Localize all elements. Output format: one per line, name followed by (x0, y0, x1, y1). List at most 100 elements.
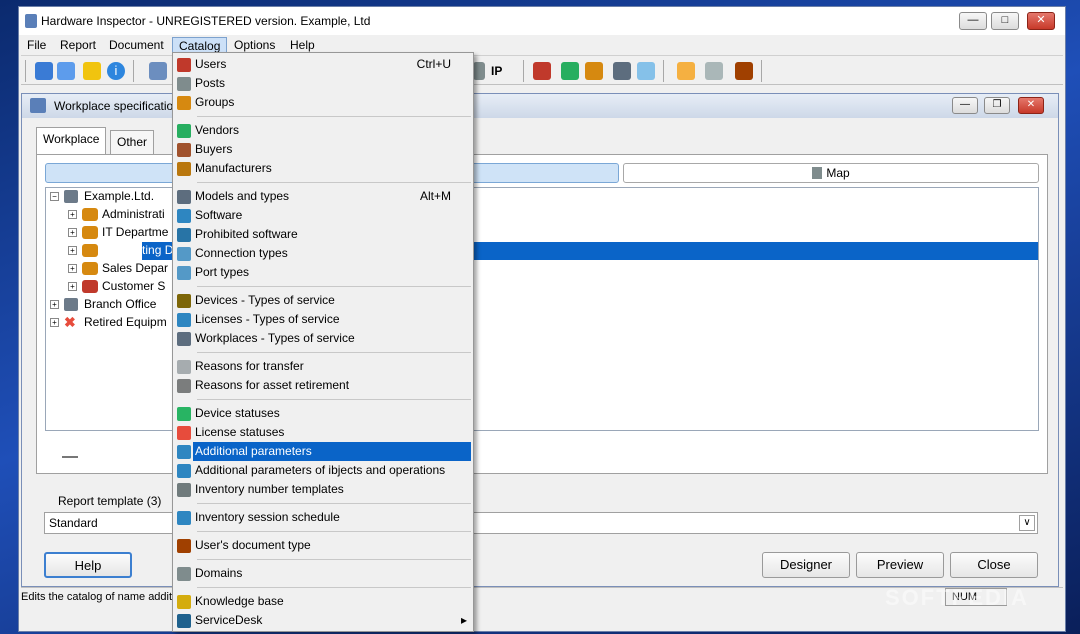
menu-item-label: ServiceDesk (195, 613, 263, 627)
software-icon[interactable] (637, 62, 655, 80)
tree-node-dept[interactable]: IT Departme (102, 224, 168, 241)
user-icon[interactable] (533, 62, 551, 80)
menu-item-inventory-session-schedule[interactable]: Inventory session schedule (173, 508, 473, 527)
menu-separator (197, 182, 471, 183)
port-icon[interactable] (473, 62, 485, 80)
menu-item-additional-parameters[interactable]: Additional parameters (177, 442, 471, 461)
tree-node-dept-selected[interactable]: Accounting D (102, 242, 173, 259)
tree-node-dept[interactable]: Sales Depar (102, 260, 168, 277)
vendor-icon[interactable] (561, 62, 579, 80)
expand-toggle[interactable]: + (50, 318, 59, 327)
menu-item-label: Groups (195, 95, 235, 109)
menu-item-models-and-types[interactable]: Models and types Alt+M (173, 187, 473, 206)
map-view-button[interactable]: Map (623, 163, 1039, 183)
report-template-value: Standard (49, 516, 98, 530)
menu-item-label: Reasons for transfer (195, 359, 304, 373)
menu-item-groups[interactable]: Groups (173, 93, 473, 112)
menu-file[interactable]: File (21, 37, 52, 53)
menu-document[interactable]: Document (103, 37, 170, 53)
branch-icon (64, 298, 78, 311)
maximize-button[interactable]: □ (991, 12, 1019, 30)
child-restore-button[interactable]: ❐ (984, 97, 1010, 114)
expand-toggle[interactable]: + (68, 210, 77, 219)
menu-item-licenses-types-of-service[interactable]: Licenses - Types of service (173, 310, 473, 329)
menu-item-users[interactable]: Users Ctrl+U (173, 55, 473, 74)
factory-icon[interactable] (585, 62, 603, 80)
expand-toggle[interactable]: + (68, 282, 77, 291)
tools-icon[interactable] (735, 62, 753, 80)
ip-icon[interactable]: IP (491, 64, 502, 78)
collapse-toggle[interactable]: − (50, 192, 59, 201)
menu-item-manufacturers[interactable]: Manufacturers (173, 159, 473, 178)
network-icon[interactable] (149, 62, 167, 80)
tree-node-dept[interactable]: Customer S (102, 278, 165, 295)
menu-item-device-statuses[interactable]: Device statuses (173, 404, 473, 423)
minimize-button[interactable]: — (959, 12, 987, 30)
menu-item-label: Connection types (195, 246, 288, 260)
menu-separator (197, 531, 471, 532)
menu-item-workplaces-types-of-service[interactable]: Workplaces - Types of service (173, 329, 473, 348)
menu-item-label: Device statuses (195, 406, 280, 420)
app-icon (25, 14, 37, 28)
child-close-button[interactable]: ✕ (1018, 97, 1044, 114)
menu-item-label: Manufacturers (195, 161, 272, 175)
license-status-icon (177, 426, 191, 440)
menu-item-license-statuses[interactable]: License statuses (173, 423, 473, 442)
info-icon[interactable]: i (107, 62, 125, 80)
vendor-icon (177, 124, 191, 138)
menu-item-user-s-document-type[interactable]: User's document type (173, 536, 473, 555)
toolbar-separator (133, 60, 134, 82)
menu-item-devices-types-of-service[interactable]: Devices - Types of service (173, 291, 473, 310)
menu-item-posts[interactable]: Posts (173, 74, 473, 93)
toolbar-separator (761, 60, 762, 82)
models-icon (177, 190, 191, 204)
expand-toggle[interactable]: + (68, 264, 77, 273)
menu-item-reasons-for-transfer[interactable]: Reasons for transfer (173, 357, 473, 376)
settings-icon[interactable] (35, 62, 53, 80)
group-icon (82, 226, 98, 239)
menu-item-inventory-number-templates[interactable]: Inventory number templates (173, 480, 473, 499)
print-icon[interactable] (705, 62, 723, 80)
help-icon[interactable] (83, 62, 101, 80)
menu-item-reasons-for-asset-retirement[interactable]: Reasons for asset retirement (173, 376, 473, 395)
tree-node-root[interactable]: Branch Office (84, 296, 156, 313)
close-button[interactable]: Close (950, 552, 1038, 578)
chevron-down-icon[interactable]: ∨ (1019, 515, 1035, 531)
document-icon[interactable] (57, 62, 75, 80)
tree-node-dept[interactable]: Administrati (102, 206, 165, 223)
menu-item-label: Port types (195, 265, 250, 279)
menu-item-vendors[interactable]: Vendors (173, 121, 473, 140)
close-window-button[interactable]: ✕ (1027, 12, 1055, 30)
menu-item-buyers[interactable]: Buyers (173, 140, 473, 159)
tree-node-root[interactable]: Example.Ltd. (84, 188, 154, 205)
menu-item-shortcut: Alt+M (419, 189, 451, 203)
menu-item-domains[interactable]: Domains (173, 564, 473, 583)
tree-node-root[interactable]: Retired Equipm (84, 314, 167, 331)
menu-item-servicedesk[interactable]: ServiceDesk ▸ (173, 611, 473, 630)
menu-report[interactable]: Report (54, 37, 102, 53)
menu-item-connection-types[interactable]: Connection types (173, 244, 473, 263)
expand-toggle[interactable]: + (68, 228, 77, 237)
menu-help[interactable]: Help (284, 37, 321, 53)
expand-toggle[interactable]: + (68, 246, 77, 255)
child-minimize-button[interactable]: — (952, 97, 978, 114)
designer-button[interactable]: Designer (762, 552, 850, 578)
menu-item-software[interactable]: Software (173, 206, 473, 225)
report-icon[interactable] (677, 62, 695, 80)
help-button[interactable]: Help (44, 552, 132, 578)
menu-item-port-types[interactable]: Port types (173, 263, 473, 282)
domains-icon (177, 567, 191, 581)
menu-item-prohibited-software[interactable]: Prohibited software (173, 225, 473, 244)
menu-options[interactable]: Options (228, 37, 281, 53)
retired-icon: ✖ (64, 314, 76, 330)
menu-item-label: Buyers (195, 142, 233, 156)
models-icon[interactable] (613, 62, 631, 80)
buyer-icon (177, 143, 191, 157)
tab-workplace[interactable]: Workplace (36, 127, 107, 154)
expand-toggle[interactable]: + (50, 300, 59, 309)
preview-button[interactable]: Preview (856, 552, 944, 578)
tab-other[interactable]: Other (110, 130, 155, 154)
menu-item-knowledge-base[interactable]: Knowledge base (173, 592, 473, 611)
menu-item-additional-parameters-of-ibjects-and-operations[interactable]: Additional parameters of ibjects and ope… (173, 461, 473, 480)
params-icon (177, 445, 191, 459)
